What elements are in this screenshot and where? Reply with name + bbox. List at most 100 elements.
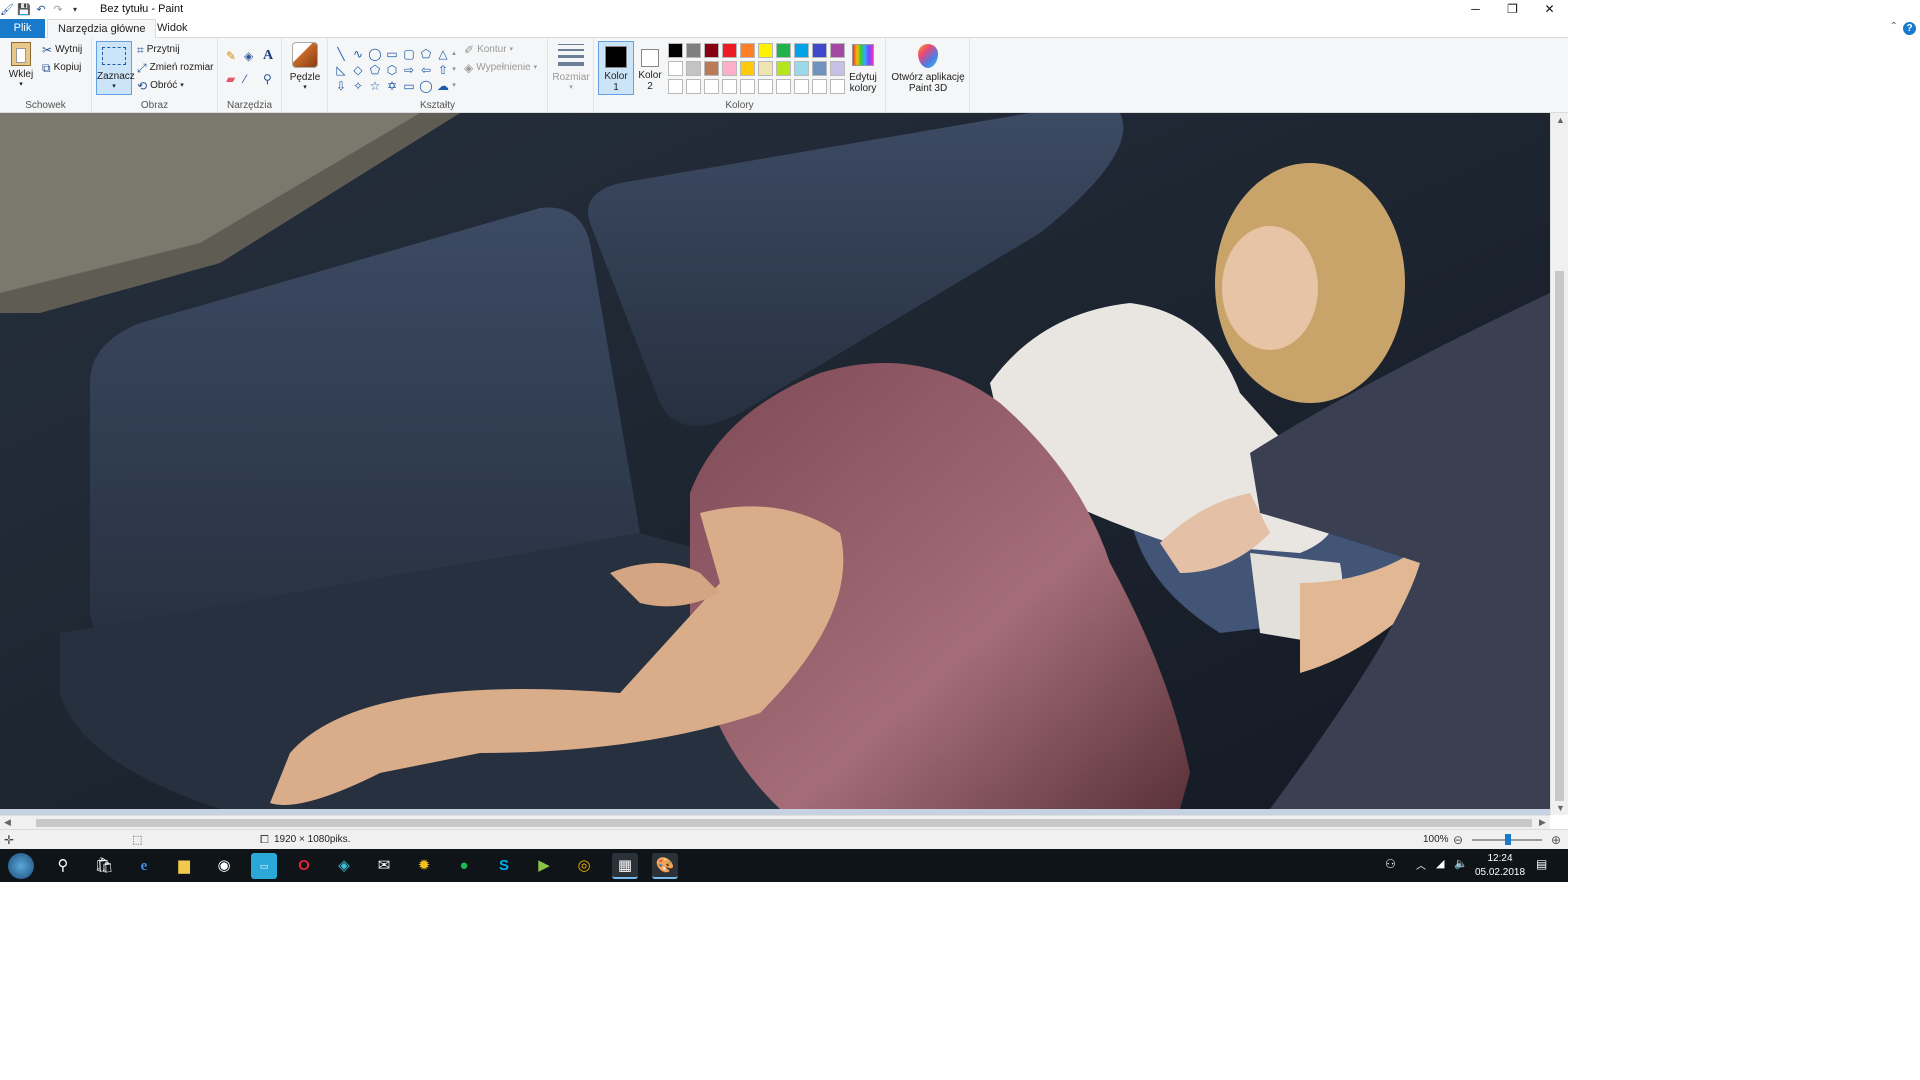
palette-swatch[interactable] bbox=[668, 61, 683, 76]
pentagon-icon[interactable]: ⬠ bbox=[367, 62, 383, 78]
rotate-button[interactable]: ⟲ Obróć ▾ bbox=[137, 78, 184, 94]
collapse-ribbon-icon[interactable]: ⌃ bbox=[1890, 21, 1898, 32]
palette-swatch[interactable] bbox=[722, 79, 737, 94]
select-button[interactable]: Zaznacz ▾ bbox=[96, 41, 135, 95]
right-arrow-icon[interactable]: ⇨ bbox=[401, 62, 417, 78]
rectangle-icon[interactable]: ▭ bbox=[384, 46, 400, 62]
text-tool-icon[interactable]: A bbox=[263, 49, 273, 63]
scroll-left-icon[interactable]: ◀ bbox=[4, 817, 11, 828]
color2-button[interactable]: Kolor 2 bbox=[634, 41, 666, 95]
tab-view[interactable]: Widok bbox=[147, 19, 198, 38]
edge-icon[interactable]: e bbox=[131, 853, 157, 879]
pencil-icon[interactable]: ✎ bbox=[226, 50, 236, 62]
palette-swatch[interactable] bbox=[704, 43, 719, 58]
steam-icon[interactable]: ◉ bbox=[211, 853, 237, 879]
palette-swatch[interactable] bbox=[794, 43, 809, 58]
right-triangle-icon[interactable]: ◺ bbox=[333, 62, 349, 78]
zoom-in-icon[interactable]: ⊕ bbox=[1551, 833, 1561, 847]
show-hidden-icons-icon[interactable]: ︿ bbox=[1416, 857, 1426, 872]
vertical-scroll-thumb[interactable] bbox=[1555, 271, 1564, 801]
palette-swatch[interactable] bbox=[830, 43, 845, 58]
palette-swatch[interactable] bbox=[758, 79, 773, 94]
spotify-icon[interactable]: ● bbox=[451, 853, 477, 879]
color1-button[interactable]: Kolor 1 bbox=[598, 41, 634, 95]
paint-icon[interactable]: 🎨 bbox=[652, 853, 678, 879]
polygon-icon[interactable]: ⬠ bbox=[418, 46, 434, 62]
triangle-icon[interactable]: △ bbox=[435, 46, 451, 62]
palette-swatch[interactable] bbox=[776, 61, 791, 76]
palette-swatch[interactable] bbox=[794, 79, 809, 94]
down-arrow-icon[interactable]: ⇩ bbox=[333, 78, 349, 94]
shapes-scroll[interactable]: ▴ ▾ ▾ bbox=[450, 46, 458, 94]
app-icon[interactable]: ◈ bbox=[331, 853, 357, 879]
undo-icon[interactable]: ↶ bbox=[34, 3, 48, 17]
chrome-icon[interactable]: ◎ bbox=[571, 853, 597, 879]
palette-swatch[interactable] bbox=[740, 61, 755, 76]
horizontal-scrollbar[interactable]: ◀ ▶ bbox=[0, 815, 1550, 829]
paint-app-icon[interactable]: 🖌 bbox=[0, 3, 14, 17]
edit-colors-button[interactable]: Edytuj kolory bbox=[846, 41, 880, 94]
redo-icon[interactable]: ↷ bbox=[51, 3, 65, 17]
zoom-slider-thumb[interactable] bbox=[1505, 834, 1511, 845]
app-icon[interactable]: ▭ bbox=[251, 853, 277, 879]
paste-button[interactable]: Wklej ▾ bbox=[5, 42, 37, 88]
start-icon[interactable] bbox=[8, 853, 34, 879]
search-icon[interactable]: ⚲ bbox=[50, 853, 76, 879]
scroll-right-icon[interactable]: ▶ bbox=[1539, 817, 1546, 828]
copy-button[interactable]: ⧉ Kopiuj bbox=[42, 60, 81, 76]
palette-swatch[interactable] bbox=[776, 79, 791, 94]
palette-swatch[interactable] bbox=[758, 61, 773, 76]
eraser-icon[interactable]: ▰ bbox=[226, 73, 235, 85]
explorer-icon[interactable]: ▆ bbox=[171, 853, 197, 879]
palette-swatch[interactable] bbox=[740, 43, 755, 58]
volume-icon[interactable]: 🔈 bbox=[1454, 857, 1468, 870]
app-icon[interactable]: ▶ bbox=[531, 853, 557, 879]
left-arrow-icon[interactable]: ⇦ bbox=[418, 62, 434, 78]
callout-oval-icon[interactable]: ◯ bbox=[418, 78, 434, 94]
oval-icon[interactable]: ◯ bbox=[367, 46, 383, 62]
cut-button[interactable]: ✂ Wytnij bbox=[42, 42, 82, 58]
six-point-star-icon[interactable]: ✡ bbox=[384, 78, 400, 94]
size-button[interactable]: Rozmiar ▾ bbox=[552, 44, 590, 91]
up-arrow-icon[interactable]: ⇧ bbox=[435, 62, 451, 78]
resize-button[interactable]: ⤢ Zmień rozmiar bbox=[137, 60, 214, 76]
people-icon[interactable]: ⚇ bbox=[1385, 857, 1396, 871]
hexagon-icon[interactable]: ⬡ bbox=[384, 62, 400, 78]
outline-button[interactable]: ✐ Kontur ▾ bbox=[464, 42, 513, 58]
palette-swatch[interactable] bbox=[704, 79, 719, 94]
customize-qat-icon[interactable]: ▾ bbox=[68, 3, 82, 17]
open-paint3d-button[interactable]: Otwórz aplikację Paint 3D bbox=[888, 41, 968, 94]
color-picker-icon[interactable]: ⁄ bbox=[244, 73, 246, 85]
palette-swatch[interactable] bbox=[686, 43, 701, 58]
close-icon[interactable]: ✕ bbox=[1531, 0, 1568, 19]
palette-swatch[interactable] bbox=[740, 79, 755, 94]
taskbar-clock[interactable]: 12:24 05.02.2018 bbox=[1474, 852, 1526, 880]
zoom-out-icon[interactable]: ⊖ bbox=[1453, 833, 1463, 847]
four-point-star-icon[interactable]: ✧ bbox=[350, 78, 366, 94]
fill-bucket-icon[interactable]: ◈ bbox=[244, 50, 253, 62]
opera-icon[interactable]: O bbox=[291, 853, 317, 879]
app-icon[interactable]: ✹ bbox=[411, 853, 437, 879]
five-point-star-icon[interactable]: ☆ bbox=[367, 78, 383, 94]
shapes-gallery[interactable]: ╲ ∿ ◯ ▭ ▢ ⬠ △ ◺ ◇ ⬠ ⬡ ⇨ ⇦ ⇧ ⇩ ✧ ☆ ✡ ▭ ◯ … bbox=[333, 46, 459, 94]
callout-rect-icon[interactable]: ▭ bbox=[401, 78, 417, 94]
magnifier-icon[interactable]: ⚲ bbox=[263, 73, 272, 85]
palette-swatch[interactable] bbox=[722, 61, 737, 76]
palette-swatch[interactable] bbox=[686, 79, 701, 94]
palette-swatch[interactable] bbox=[776, 43, 791, 58]
maximize-icon[interactable]: ❐ bbox=[1494, 0, 1531, 19]
fill-button[interactable]: ◈ Wypełnienie ▾ bbox=[464, 60, 537, 76]
palette-swatch[interactable] bbox=[812, 79, 827, 94]
tab-file[interactable]: Plik bbox=[0, 19, 45, 38]
brushes-button[interactable]: Pędzle ▾ bbox=[287, 42, 323, 91]
scroll-down-icon[interactable]: ▼ bbox=[1556, 803, 1565, 813]
palette-swatch[interactable] bbox=[704, 61, 719, 76]
curve-icon[interactable]: ∿ bbox=[350, 46, 366, 62]
minimize-icon[interactable]: ─ bbox=[1457, 0, 1494, 19]
horizontal-scroll-thumb[interactable] bbox=[36, 819, 1532, 827]
network-icon[interactable]: ◢ bbox=[1436, 857, 1444, 870]
save-icon[interactable]: 💾 bbox=[17, 3, 31, 17]
mail-icon[interactable]: ✉ bbox=[371, 853, 397, 879]
canvas-area[interactable]: ▲ ▼ bbox=[0, 113, 1568, 815]
action-center-icon[interactable]: ▤ bbox=[1536, 857, 1547, 871]
